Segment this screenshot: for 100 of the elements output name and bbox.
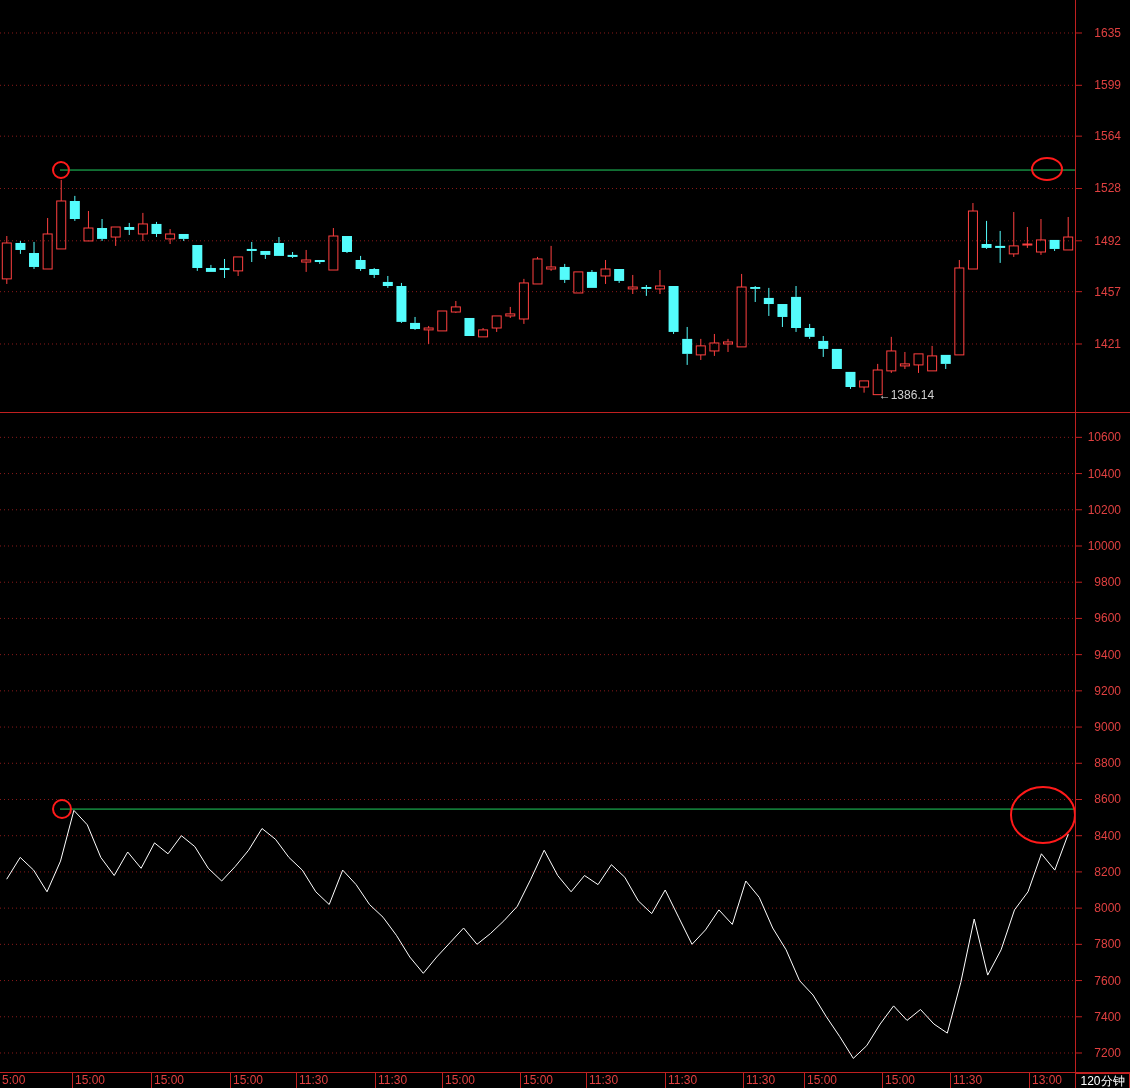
axis-tick-label: 1457 [1094, 284, 1121, 299]
axis-tick-label: 8800 [1094, 756, 1121, 771]
candle [287, 251, 298, 259]
candle [791, 285, 802, 333]
axis-tick-label: 7600 [1094, 973, 1121, 988]
candle [15, 240, 26, 255]
axis-tick-label: 9600 [1094, 611, 1121, 626]
candle [192, 244, 203, 272]
candle [382, 275, 393, 289]
axis-tick-label: 1564 [1094, 129, 1121, 144]
axis-tick-label: 8600 [1094, 792, 1121, 807]
candle [450, 300, 461, 314]
time-axis-label: 13:00 [1029, 1073, 1063, 1088]
candle [886, 336, 897, 374]
candle [845, 371, 856, 390]
candle [369, 267, 380, 279]
candle [124, 222, 135, 236]
time-axis-label: 11:30 [296, 1073, 329, 1088]
candle [233, 256, 244, 277]
axis-tick-label: 1635 [1094, 26, 1121, 40]
time-axis-label: 11:30 [586, 1073, 619, 1088]
candle [859, 380, 870, 394]
time-axis-label: 15:00 [882, 1073, 916, 1088]
candle [1049, 239, 1060, 252]
candle [750, 285, 761, 303]
time-axis-label: 15:00 [804, 1073, 838, 1088]
candle [913, 353, 924, 374]
candle [97, 218, 108, 242]
time-axis-label: 15:00 [230, 1073, 264, 1088]
highlight-circle [1031, 157, 1063, 181]
time-axis-label: 11:30 [950, 1073, 983, 1088]
time-axis-label: 11:30 [375, 1073, 408, 1088]
candle [600, 259, 611, 285]
candle [709, 333, 720, 357]
candle [1063, 216, 1074, 251]
axis-tick-label: 1528 [1094, 181, 1121, 196]
candle [165, 228, 176, 245]
candle [410, 316, 421, 331]
candle [614, 268, 625, 284]
candle [42, 217, 53, 270]
candle [1036, 218, 1046, 256]
low-price-label: ←1386.14 [878, 387, 935, 402]
candle [546, 245, 557, 272]
candle [355, 255, 366, 272]
time-axis-label: 11:30 [743, 1073, 776, 1088]
candle [818, 335, 829, 358]
candle [518, 278, 529, 325]
candle [464, 317, 475, 337]
candle [682, 326, 693, 366]
candle [981, 220, 992, 250]
candle [763, 287, 774, 317]
candle [137, 212, 148, 242]
candle [505, 306, 516, 319]
candle [396, 282, 407, 324]
candle [1008, 211, 1019, 258]
candle [273, 236, 284, 257]
candle [654, 269, 665, 295]
axis-tick-label: 1599 [1094, 78, 1121, 93]
candle [872, 363, 883, 396]
highlight-circle [52, 799, 72, 819]
candle [29, 241, 39, 270]
axis-tick-label: 10600 [1087, 430, 1121, 445]
candle [559, 263, 570, 284]
candle [301, 249, 312, 273]
candle [328, 227, 339, 271]
axis-tick-label: 9000 [1094, 720, 1121, 735]
time-axis-label: 15:00 [72, 1073, 106, 1088]
axis-tick-label: 8200 [1094, 864, 1121, 879]
axis-tick-label: 9200 [1094, 683, 1121, 698]
candle [1022, 226, 1033, 249]
candle [1, 235, 12, 285]
candle [205, 264, 216, 273]
candle [56, 179, 67, 250]
axis-tick-label: 10000 [1087, 539, 1121, 553]
candle [831, 348, 842, 370]
candle [246, 241, 257, 263]
candle [940, 354, 951, 370]
candle [804, 323, 815, 340]
axis-tick-label: 1492 [1094, 233, 1121, 248]
axis-tick-label: 8400 [1094, 828, 1121, 843]
candle [178, 233, 189, 242]
time-axis-label: 15:00 [442, 1073, 476, 1088]
candle [532, 256, 543, 285]
axis-tick-label: 7200 [1094, 1046, 1121, 1060]
candle [668, 285, 679, 335]
candle [260, 250, 271, 260]
candle [927, 345, 938, 372]
candle [723, 338, 733, 353]
candle [573, 271, 584, 294]
candle [423, 325, 434, 345]
candle [695, 338, 706, 361]
axis-tick-label: 10200 [1087, 502, 1121, 517]
axis-tick-label: 8000 [1094, 901, 1121, 916]
candle [478, 327, 489, 338]
axis-tick-label: 7800 [1094, 937, 1121, 952]
candle [967, 202, 978, 270]
candle [777, 303, 788, 328]
time-axis-label: 5:00 [1, 1073, 26, 1088]
candle [83, 210, 94, 242]
period-label[interactable]: 120分钟 [1075, 1073, 1130, 1088]
